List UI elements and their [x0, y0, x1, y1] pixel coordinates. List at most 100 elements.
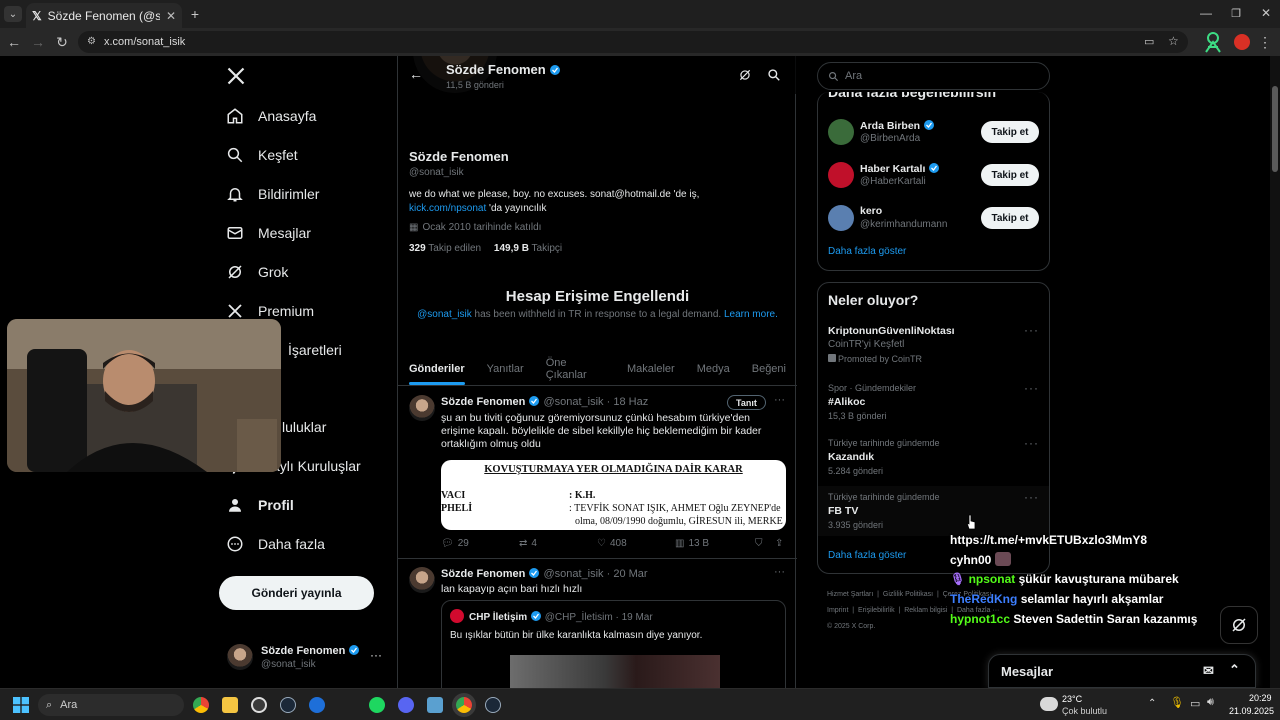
- nav-home[interactable]: Anasayfa: [226, 104, 316, 128]
- suggestion-item[interactable]: Arda Birben @BirbenArda Takip et: [818, 112, 1049, 152]
- discord-icon[interactable]: [398, 697, 414, 713]
- tab-replies[interactable]: Yanıtlar: [476, 352, 535, 385]
- trend-item[interactable]: KriptonunGüvenliNoktası CoinTR'yi Keşfet…: [818, 321, 1049, 371]
- chat-username[interactable]: cyhn00: [950, 553, 991, 567]
- tweet-date[interactable]: · 18 Haz: [607, 396, 649, 408]
- trend-more-icon[interactable]: ···: [1024, 381, 1039, 395]
- nav-grok[interactable]: Grok: [226, 260, 288, 284]
- account-switcher[interactable]: Sözde Fenomen @sonat_isik ···: [222, 640, 392, 676]
- grok-icon[interactable]: [738, 68, 752, 82]
- app-icon[interactable]: [427, 697, 443, 713]
- tweet[interactable]: Sözde Fenomen @sonat_isik · 20 Mar ··· l…: [398, 559, 797, 688]
- new-tab-button[interactable]: +: [188, 6, 202, 22]
- tweet-image[interactable]: KOVUŞTURMAYA YER OLMADIĞINA DAİR KARAR V…: [441, 460, 786, 530]
- obs-icon[interactable]: [251, 697, 267, 713]
- nav-profile[interactable]: Profil: [226, 493, 294, 517]
- show-more-link[interactable]: Daha fazla göster: [828, 246, 906, 257]
- followers-link[interactable]: 149,9 B Takipçi: [494, 243, 562, 254]
- star-icon[interactable]: ☆: [1168, 34, 1179, 48]
- x-logo-icon[interactable]: [226, 66, 246, 88]
- chrome-icon[interactable]: [193, 697, 209, 713]
- quote-image[interactable]: [510, 655, 720, 688]
- microphone-icon[interactable]: 🎙︎: [1170, 696, 1184, 709]
- clock-date[interactable]: 21.09.2025: [1229, 706, 1274, 716]
- promote-button[interactable]: Tanıt: [727, 395, 766, 410]
- forward-arrow-icon[interactable]: →: [30, 34, 46, 50]
- nav-messages[interactable]: Mesajlar: [226, 221, 311, 245]
- steam-icon[interactable]: [485, 697, 501, 713]
- account-more-icon[interactable]: ···: [370, 648, 382, 662]
- tweet-author[interactable]: Sözde Fenomen: [441, 396, 525, 408]
- follow-button[interactable]: Takip et: [981, 207, 1039, 229]
- search-icon[interactable]: [767, 68, 781, 82]
- expand-icon[interactable]: ⌃: [1229, 662, 1240, 678]
- suggestion-item[interactable]: Haber Kartalı @HaberKartali Takip et: [818, 155, 1049, 195]
- chat-username[interactable]: npsonat: [969, 572, 1016, 586]
- tweet[interactable]: Sözde Fenomen @sonat_isik · 18 Haz Tanıt…: [398, 387, 797, 559]
- weather-icon[interactable]: [1040, 697, 1058, 711]
- quote-author[interactable]: CHP İletişim: [469, 612, 527, 623]
- share-icon[interactable]: ⇪: [775, 538, 783, 549]
- profile-avatar-icon[interactable]: [1234, 34, 1250, 50]
- tweet-more-icon[interactable]: ···: [774, 394, 785, 406]
- nav-explore[interactable]: Keşfet: [226, 143, 298, 167]
- search-box[interactable]: Ara: [817, 62, 1050, 90]
- reply-button[interactable]: 💬︎ 29: [441, 538, 519, 549]
- footer-link[interactable]: Reklam bilgisi: [904, 607, 947, 614]
- cast-icon[interactable]: ▭: [1144, 35, 1154, 48]
- site-info-icon[interactable]: ⚙: [87, 36, 96, 47]
- back-arrow-icon[interactable]: ←: [6, 34, 22, 50]
- minimize-button[interactable]: —: [1196, 4, 1216, 22]
- taskbar-search[interactable]: ⌕ Ara: [38, 694, 184, 716]
- trend-item[interactable]: Türkiye tarihinde gündemde FB TV 3.935 g…: [818, 486, 1049, 536]
- repost-button[interactable]: ⇄ 4: [519, 538, 597, 549]
- tab-articles[interactable]: Makaleler: [616, 352, 686, 385]
- chat-username[interactable]: TheRedKng: [950, 592, 1017, 606]
- tab-search-button[interactable]: ⌄: [4, 6, 22, 22]
- address-bar[interactable]: ⚙ x.com/sonat_isik ▭ ☆: [78, 31, 1188, 53]
- withheld-handle-link[interactable]: @sonat_isik: [417, 309, 472, 320]
- tweet-author[interactable]: Sözde Fenomen: [441, 568, 525, 580]
- scrollbar-thumb[interactable]: [1272, 86, 1278, 172]
- extension-icon[interactable]: [1202, 30, 1224, 54]
- quote-tweet[interactable]: CHP İletişim @CHP_İletisim · 19 Mar Bu ı…: [441, 600, 786, 688]
- grok-float-button[interactable]: [1220, 606, 1258, 644]
- chat-username[interactable]: hypnot1cc: [950, 612, 1010, 626]
- browser-tab[interactable]: 𝕏 Sözde Fenomen (@sonat_isik) / ✕: [26, 3, 182, 28]
- page-scrollbar[interactable]: [1270, 56, 1280, 688]
- trends-show-more-link[interactable]: Daha fazla göster: [828, 550, 906, 561]
- tray-chevron-icon[interactable]: ⌃: [1148, 698, 1156, 709]
- tweet-more-icon[interactable]: ···: [774, 566, 785, 578]
- footer-link[interactable]: Gizlilik Politikası: [883, 591, 933, 598]
- tab-posts[interactable]: Gönderiler: [398, 352, 476, 385]
- footer-link[interactable]: Hizmet Şartları: [827, 591, 873, 598]
- footer-link[interactable]: Erişilebilirlik: [858, 607, 895, 614]
- spotify-icon[interactable]: [369, 697, 385, 713]
- trend-more-icon[interactable]: ···: [1024, 436, 1039, 450]
- tab-likes[interactable]: Beğeni: [741, 352, 797, 385]
- tab-highlights[interactable]: Öne Çıkanlar: [535, 352, 616, 385]
- windows-start-icon[interactable]: [13, 697, 29, 713]
- network-icon[interactable]: ▭: [1190, 697, 1200, 710]
- trend-more-icon[interactable]: ···: [1024, 490, 1039, 504]
- clock-time[interactable]: 20:29: [1249, 693, 1272, 703]
- back-arrow-icon[interactable]: ←: [408, 66, 424, 82]
- close-icon[interactable]: ✕: [166, 9, 176, 23]
- file-explorer-icon[interactable]: [222, 697, 238, 713]
- follow-button[interactable]: Takip et: [981, 164, 1039, 186]
- footer-link[interactable]: Imprint: [827, 607, 848, 614]
- trend-item[interactable]: Türkiye tarihinde gündemde Kazandık 5.28…: [818, 434, 1049, 480]
- nav-notifications[interactable]: Bildirimler: [226, 182, 319, 206]
- views-button[interactable]: ▥ 13 B: [675, 538, 755, 549]
- post-button[interactable]: Gönderi yayınla: [219, 576, 374, 610]
- chrome-icon[interactable]: [456, 697, 472, 713]
- like-button[interactable]: ♡ 408: [597, 538, 675, 549]
- messages-dock[interactable]: Mesajlar ✉ ⌃: [988, 654, 1256, 688]
- maximize-button[interactable]: ❐: [1226, 4, 1246, 22]
- steam-icon[interactable]: [280, 697, 296, 713]
- bio-link[interactable]: kick.com/npsonat: [409, 203, 486, 214]
- app-icon[interactable]: [309, 697, 325, 713]
- menu-dots-icon[interactable]: ⋮: [1258, 33, 1272, 51]
- reload-icon[interactable]: ↻: [54, 34, 70, 50]
- following-link[interactable]: 329 Takip edilen: [409, 243, 481, 254]
